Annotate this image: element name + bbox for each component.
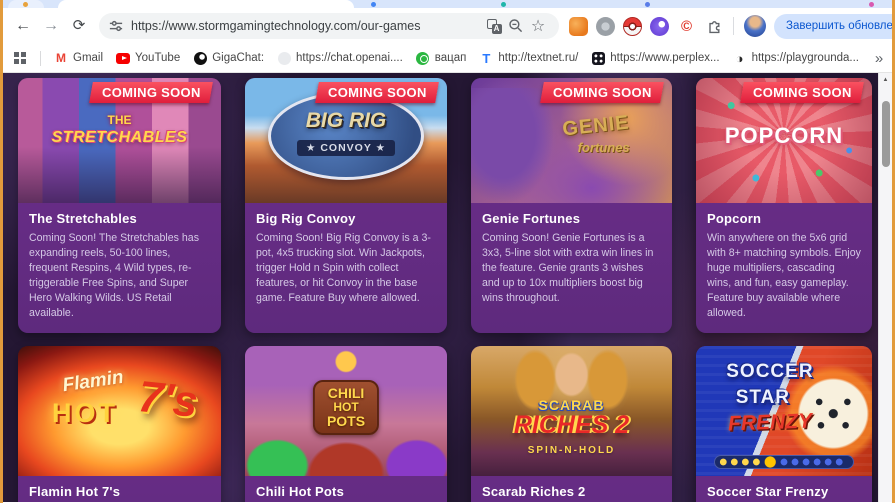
gmail-icon (54, 51, 68, 65)
game-thumbnail: SCARAB RICHES 2 SPIN-N-HOLD (471, 346, 672, 477)
coming-soon-ribbon: COMING SOON (315, 82, 439, 103)
bookmarks-divider (40, 50, 41, 66)
finish-update-button[interactable]: Завершить обновление (774, 13, 892, 39)
gigachat-icon (193, 51, 207, 65)
game-thumbnail: BIG RIG ★ CONVOY ★ COMING SOON (245, 78, 447, 203)
extension-icon-copyright[interactable] (677, 17, 696, 36)
game-thumbnail: THE STRETCHABLES COMING SOON (18, 78, 221, 203)
playground-icon (733, 51, 747, 65)
perplexity-icon (591, 51, 605, 65)
game-title: The Stretchables (29, 211, 137, 226)
forward-button[interactable] (37, 12, 65, 40)
game-card-chili-hot-pots[interactable]: CHILI HOT POTS Chili Hot Pots Join the M… (245, 346, 447, 502)
game-card-the-stretchables[interactable]: THE STRETCHABLES COMING SOON The Stretch… (18, 78, 221, 334)
game-thumbnail: GENIE fortunes COMING SOON (471, 78, 672, 203)
game-title: Soccer Star Frenzy (707, 484, 829, 500)
apps-grid-icon[interactable] (13, 51, 27, 65)
game-card-popcorn[interactable]: POPCORN COMING SOON Popcorn Win anywhere… (696, 78, 872, 334)
extensions-puzzle-icon[interactable] (704, 17, 723, 36)
reload-button[interactable] (65, 12, 93, 40)
game-description: Win anywhere on the 5x6 grid with 8+ mat… (707, 232, 861, 320)
bookmarks-overflow-chevron[interactable] (872, 51, 886, 65)
forward-icon (43, 18, 59, 34)
browser-window: https://www.stormgamingtechnology.com/ou… (0, 0, 895, 503)
site-settings-icon[interactable] (109, 19, 123, 33)
extension-icon-pokeball[interactable] (623, 16, 642, 36)
game-card-genie-fortunes[interactable]: GENIE fortunes COMING SOON Genie Fortune… (471, 78, 672, 334)
tab-favicon (869, 2, 874, 7)
bookmark-star-icon[interactable] (527, 15, 549, 37)
extension-icon-gray[interactable] (596, 16, 615, 36)
tab-favicon (501, 2, 506, 7)
bookmark-item-textnet[interactable]: http://textnet.ru/ (479, 51, 578, 65)
game-title: Big Rig Convoy (256, 211, 356, 226)
games-grid: THE STRETCHABLES COMING SOON The Stretch… (18, 78, 872, 502)
page-viewport: THE STRETCHABLES COMING SOON The Stretch… (3, 73, 892, 502)
game-title: Flamin Hot 7's (29, 484, 121, 500)
game-card-soccer-star-frenzy[interactable]: SOCCER STAR FRENZY Soccer Star Frenzy So… (696, 346, 872, 502)
t-icon (479, 51, 493, 65)
page-scrollbar[interactable] (878, 73, 892, 502)
game-description: Coming Soon! The Stretchables has expand… (29, 232, 199, 320)
bookmark-item-openai[interactable]: https://chat.openai.... (277, 51, 403, 65)
game-description: Coming Soon! Big Rig Convoy is a 3-pot, … (256, 232, 431, 305)
bookmark-item-perplexity[interactable]: https://www.perplex... (591, 51, 720, 65)
game-title: Genie Fortunes (482, 211, 581, 226)
game-card-big-rig-convoy[interactable]: BIG RIG ★ CONVOY ★ COMING SOON Big Rig C… (245, 78, 447, 334)
game-thumbnail: CHILI HOT POTS (245, 346, 447, 477)
coming-soon-ribbon: COMING SOON (540, 82, 664, 103)
bookmark-item-playground[interactable]: https://playgrounda... (733, 51, 859, 65)
game-title: Popcorn (707, 211, 762, 226)
bookmark-item-youtube[interactable]: YouTube (116, 51, 180, 65)
bookmarks-bar: Gmail YouTube GigaChat: https://chat.ope… (3, 44, 892, 73)
profile-avatar[interactable] (744, 15, 766, 37)
bookmark-item-gigachat[interactable]: GigaChat: (193, 51, 264, 65)
scrollbar-thumb[interactable] (882, 101, 890, 167)
openai-icon (277, 51, 291, 65)
game-thumbnail: POPCORN COMING SOON (696, 78, 872, 203)
game-title: Chili Hot Pots (256, 484, 345, 500)
game-thumbnail: Flamin HOT 7's (18, 346, 221, 477)
active-tab[interactable] (58, 0, 354, 8)
chili-pot-logo: CHILI HOT POTS (312, 380, 380, 436)
bookmark-item-whatsapp[interactable]: вацап (416, 51, 466, 65)
scrollbar-up-arrow[interactable] (879, 73, 892, 86)
reload-icon (73, 18, 86, 34)
back-button[interactable] (9, 12, 37, 40)
coming-soon-ribbon: COMING SOON (740, 82, 864, 103)
tab-favicon (371, 2, 376, 7)
whatsapp-icon (416, 51, 430, 65)
tab-favicon (645, 2, 650, 7)
game-title: Scarab Riches 2 (482, 484, 586, 500)
tab-strip[interactable] (3, 0, 892, 8)
extension-icon-orange[interactable] (569, 16, 588, 36)
coming-soon-ribbon: COMING SOON (89, 82, 213, 103)
browser-toolbar: https://www.stormgamingtechnology.com/ou… (3, 8, 892, 44)
game-card-flamin-hot-7s[interactable]: Flamin HOT 7's Flamin Hot 7's Flamin Hot… (18, 346, 221, 502)
address-bar[interactable]: https://www.stormgamingtechnology.com/ou… (99, 13, 559, 39)
bookmark-item-gmail[interactable]: Gmail (54, 51, 103, 65)
trophy-trail-bar (713, 455, 855, 470)
translate-icon[interactable] (483, 15, 505, 37)
tab-favicon (23, 2, 28, 7)
extension-icon-purple[interactable] (650, 16, 669, 36)
back-icon (15, 18, 31, 34)
toolbar-divider (733, 17, 734, 35)
game-thumbnail: SOCCER STAR FRENZY (696, 346, 872, 477)
url-text[interactable]: https://www.stormgamingtechnology.com/ou… (131, 19, 483, 33)
game-description: Coming Soon! Genie Fortunes is a 3x3, 5-… (482, 232, 654, 305)
game-card-scarab-riches-2[interactable]: SCARAB RICHES 2 SPIN-N-HOLD Scarab Riche… (471, 346, 672, 502)
zoom-icon[interactable] (505, 15, 527, 37)
youtube-icon (116, 52, 131, 64)
